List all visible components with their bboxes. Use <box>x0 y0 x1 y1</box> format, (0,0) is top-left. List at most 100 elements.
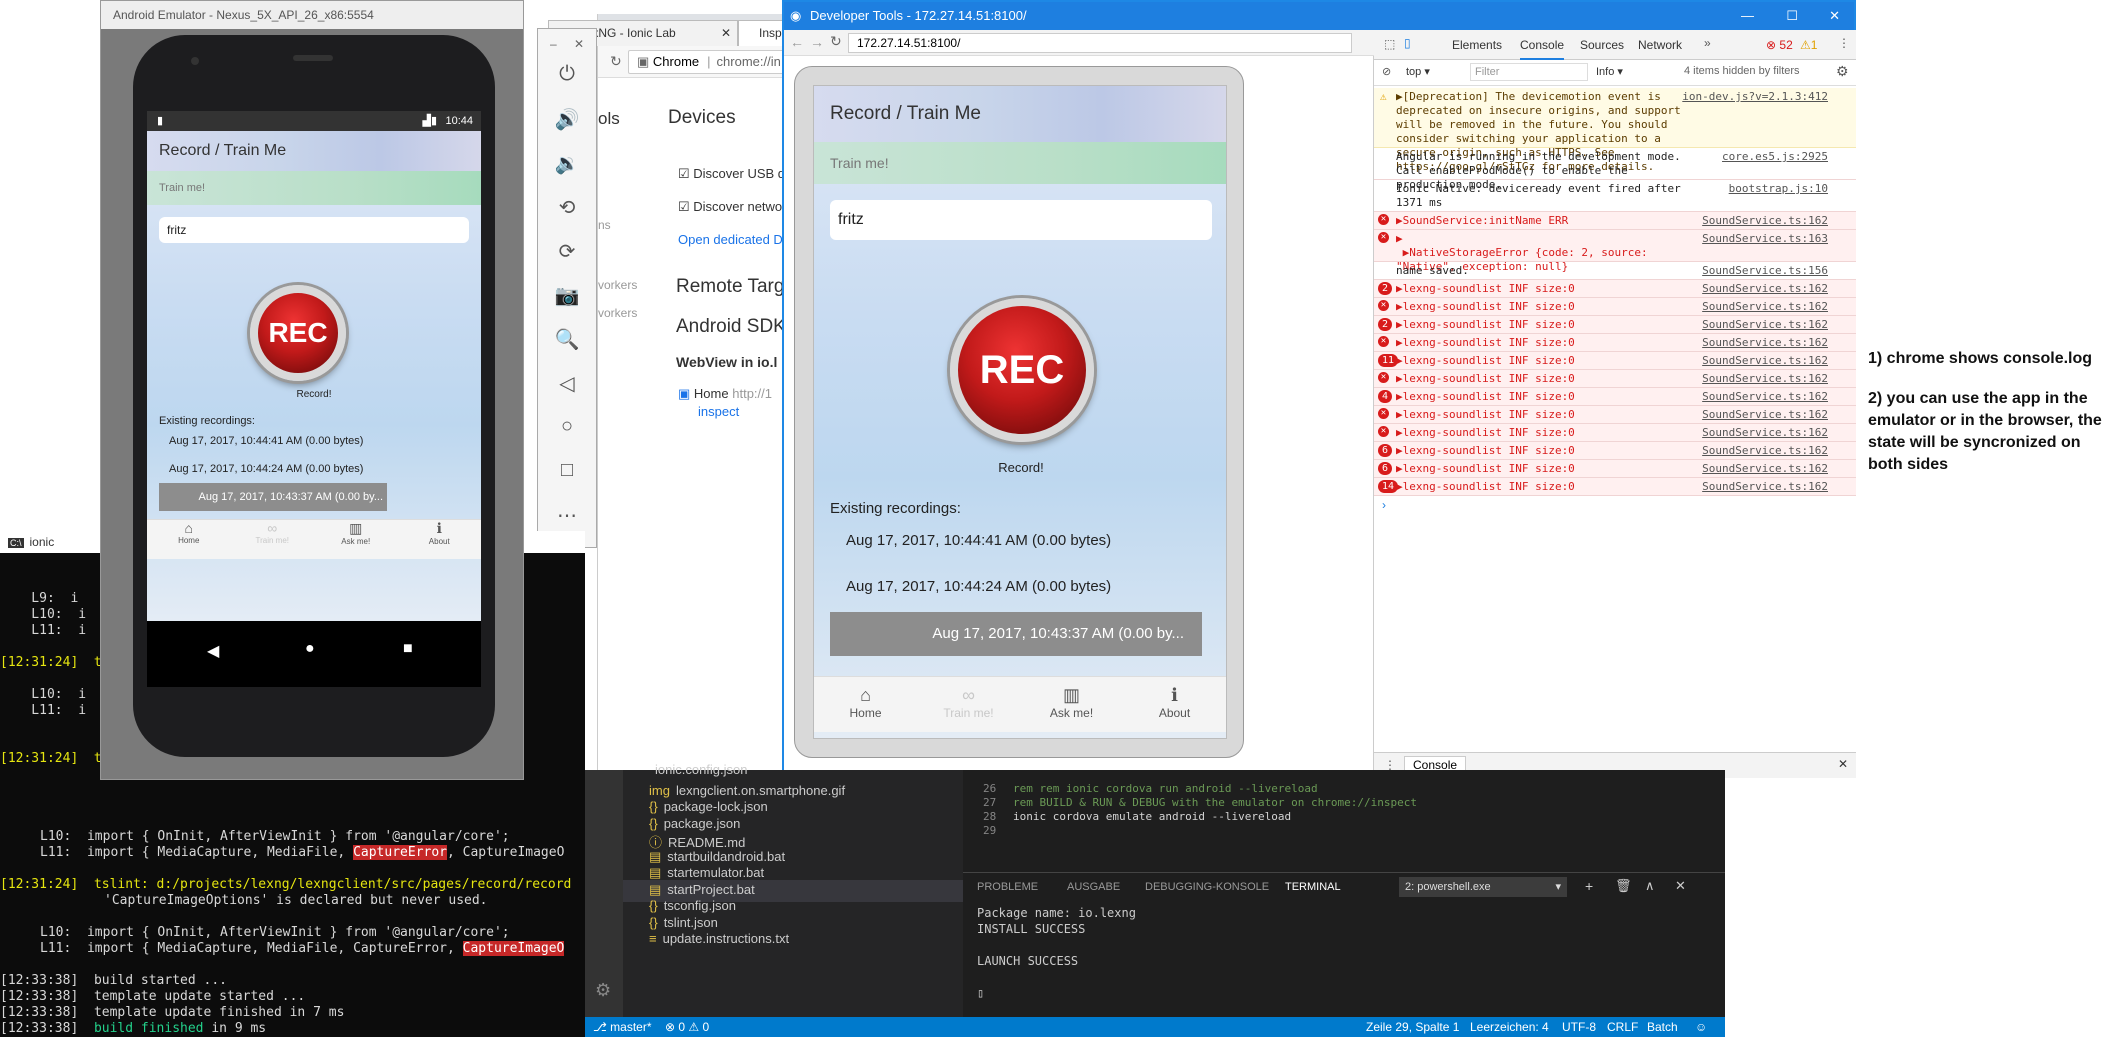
sidebar-item-workers-2[interactable]: vorkers <box>598 306 637 320</box>
tab-about[interactable]: ℹ About <box>1123 685 1226 732</box>
inspect-element-icon[interactable]: ⬚ <box>1384 37 1395 51</box>
zoom-icon[interactable]: 🔍 <box>538 327 596 352</box>
cursor-position[interactable]: Zeile 29, Spalte 1 <box>1366 1017 1459 1037</box>
console-message[interactable]: ▶lexng-soundlist INF size:0 ✕ SoundService… <box>1374 406 1856 424</box>
source-link[interactable]: SoundService.ts:162 <box>1702 390 1828 403</box>
reload-icon[interactable]: ↻ <box>610 53 622 70</box>
console-message[interactable]: ▶[Deprecation] The devicemotion event is… <box>1374 88 1856 173</box>
shell-select[interactable]: 2: powershell.exe ▾ <box>1399 877 1567 897</box>
feedback-smiley-icon[interactable]: ☺ <box>1695 1017 1707 1037</box>
minimize-icon[interactable]: — <box>1741 2 1754 30</box>
file-item[interactable]: {} tslint.json <box>649 915 718 930</box>
console-message[interactable]: ▶lexng-soundlist INF size:0 4 SoundService… <box>1374 388 1856 406</box>
close-drawer-icon[interactable]: ✕ <box>1838 757 1848 771</box>
rotate-right-icon[interactable]: ⟳ <box>538 239 596 264</box>
open-dedicated-link[interactable]: Open dedicated D <box>678 232 783 247</box>
console-message[interactable]: Ionic Native: deviceready event fired af… <box>1374 180 1856 212</box>
omnibox[interactable]: ▣ Chrome | chrome://in <box>628 50 798 74</box>
source-link[interactable]: SoundService.ts:162 <box>1702 444 1828 457</box>
maximize-panel-icon[interactable]: ∧ <box>1645 878 1655 894</box>
console-messages[interactable]: ▶[Deprecation] The devicemotion event is… <box>1374 88 1856 728</box>
tab-home[interactable]: ⌂ Home <box>814 685 917 732</box>
console-message[interactable]: ▶lexng-soundlist INF size:0 ✕ SoundService… <box>1374 298 1856 316</box>
source-link[interactable]: core.es5.js:2925 <box>1722 150 1828 163</box>
tab-elements[interactable]: Elements <box>1452 38 1502 52</box>
device-mode-icon[interactable]: ▯ <box>1404 36 1411 50</box>
source-link[interactable]: SoundService.ts:162 <box>1702 408 1828 421</box>
inspect-link[interactable]: inspect <box>698 404 739 419</box>
source-link[interactable]: SoundService.ts:162 <box>1702 480 1828 493</box>
line-ending[interactable]: CRLF <box>1607 1017 1638 1037</box>
file-item[interactable]: ▤ startbuildandroid.bat <box>649 849 785 865</box>
name-input[interactable]: fritz <box>159 217 469 243</box>
overview-icon[interactable]: □ <box>538 459 596 482</box>
more-tabs-icon[interactable]: » <box>1704 36 1711 50</box>
file-item[interactable]: ▤ startProject.bat <box>649 882 755 898</box>
rotate-left-icon[interactable]: ⟲ <box>538 195 596 220</box>
checkbox-icon[interactable]: ☑ <box>678 166 690 181</box>
tab-about[interactable]: ℹ About <box>398 520 482 559</box>
url-field[interactable]: 172.27.14.51:8100/ <box>848 33 1352 53</box>
minimize-icon[interactable]: – <box>550 37 557 51</box>
close-icon[interactable]: ✕ <box>574 37 584 51</box>
file-item[interactable]: ≡ update.instructions.txt <box>649 931 789 946</box>
source-link[interactable]: SoundService.ts:162 <box>1702 318 1828 331</box>
console-message[interactable]: ▶lexng-soundlist INF size:0 ✕ SoundService… <box>1374 424 1856 442</box>
tab-train[interactable]: ∞ Train me! <box>917 685 1020 732</box>
back-icon[interactable]: ◁ <box>538 371 596 396</box>
console-message[interactable]: ▶lexng-soundlist INF size:0 11 SoundServic… <box>1374 352 1856 370</box>
source-link[interactable]: SoundService.ts:162 <box>1702 426 1828 439</box>
console-message[interactable]: ▶lexng-soundlist INF size:0 ✕ SoundService… <box>1374 370 1856 388</box>
home-icon[interactable]: ○ <box>538 415 596 438</box>
list-item[interactable]: Aug 17, 2017, 10:44:41 AM (0.00 bytes) <box>846 532 1111 549</box>
source-link[interactable]: bootstrap.js:10 <box>1729 182 1828 195</box>
console-message[interactable]: ▶lexng-soundlist INF size:0 2 SoundService… <box>1374 280 1856 298</box>
clear-console-icon[interactable]: ⊘ <box>1382 65 1391 78</box>
language-mode[interactable]: Batch <box>1647 1017 1678 1037</box>
tab-sources[interactable]: Sources <box>1580 38 1624 52</box>
tab-home[interactable]: ⌂ Home <box>147 520 231 559</box>
file-item[interactable]: {} package.json <box>649 816 740 831</box>
list-item-selected[interactable]: Aug 17, 2017, 10:43:37 AM (0.00 by... <box>159 483 387 511</box>
warning-counter[interactable]: ⚠1 <box>1800 38 1817 52</box>
checkbox-icon[interactable]: ☑ <box>678 199 690 214</box>
tab-terminal[interactable]: TERMINAL <box>1285 881 1341 893</box>
maximize-icon[interactable]: ☐ <box>1786 2 1798 30</box>
console-message[interactable]: ▶lexng-soundlist INF size:0 ✕ SoundService… <box>1374 334 1856 352</box>
indentation[interactable]: Leerzeichen: 4 <box>1470 1017 1549 1037</box>
tab-train[interactable]: ∞ Train me! <box>231 520 315 559</box>
file-item[interactable]: ▤ startemulator.bat <box>649 865 764 881</box>
source-link[interactable]: SoundService.ts:162 <box>1702 300 1828 313</box>
app-large[interactable]: Record / Train Me Train me! fritz REC Re… <box>813 85 1227 739</box>
volume-down-icon[interactable]: 🔉 <box>538 151 596 176</box>
file-item[interactable]: {} package-lock.json <box>649 799 768 814</box>
record-button[interactable]: REC <box>950 298 1094 442</box>
source-link[interactable]: SoundService.ts:162 <box>1702 214 1828 227</box>
source-link[interactable]: SoundService.ts:163 <box>1702 232 1828 245</box>
file-item[interactable]: {} tsconfig.json <box>649 898 736 913</box>
tab-ask[interactable]: ▥ Ask me! <box>1020 685 1123 732</box>
camera-icon[interactable]: 📷 <box>538 283 596 308</box>
power-icon[interactable]: ⏻ <box>538 63 596 86</box>
more-icon[interactable]: ⋯ <box>538 503 596 528</box>
filter-input[interactable]: Filter <box>1470 63 1588 81</box>
source-link[interactable]: SoundService.ts:156 <box>1702 264 1828 277</box>
discover-usb-row[interactable]: ☑ Discover USB d <box>678 166 785 182</box>
console-message[interactable]: Angular is running in the development mo… <box>1374 148 1856 191</box>
console-message[interactable]: ▶lexng-soundlist INF size:0 2 SoundService… <box>1374 316 1856 334</box>
console-message[interactable]: ▶lexng-soundlist INF size:0 6 SoundService… <box>1374 460 1856 478</box>
file-item[interactable]: img lexngclient.on.smartphone.gif <box>649 783 845 798</box>
record-button[interactable]: REC <box>250 285 346 381</box>
close-icon[interactable]: ✕ <box>1829 2 1840 30</box>
editor[interactable]: 26 rem rem ionic cordova run android --li… <box>963 770 1725 870</box>
console-message[interactable]: ▶SoundService:initName ERR ✕ SoundService.… <box>1374 212 1856 230</box>
console-message[interactable]: ▶lexng-soundlist INF size:0 6 SoundService… <box>1374 442 1856 460</box>
source-link[interactable]: SoundService.ts:162 <box>1702 336 1828 349</box>
file-item[interactable]: ionic.config.json <box>649 762 748 777</box>
context-select[interactable]: top ▾ <box>1406 65 1430 78</box>
tab-console[interactable]: Console <box>1520 38 1565 60</box>
level-select[interactable]: Info ▾ <box>1596 65 1623 78</box>
discover-network-row[interactable]: ☑ Discover netwo <box>678 199 782 215</box>
tab-network[interactable]: Network <box>1638 38 1682 52</box>
kebab-menu-icon[interactable]: ⋮ <box>1838 36 1850 50</box>
